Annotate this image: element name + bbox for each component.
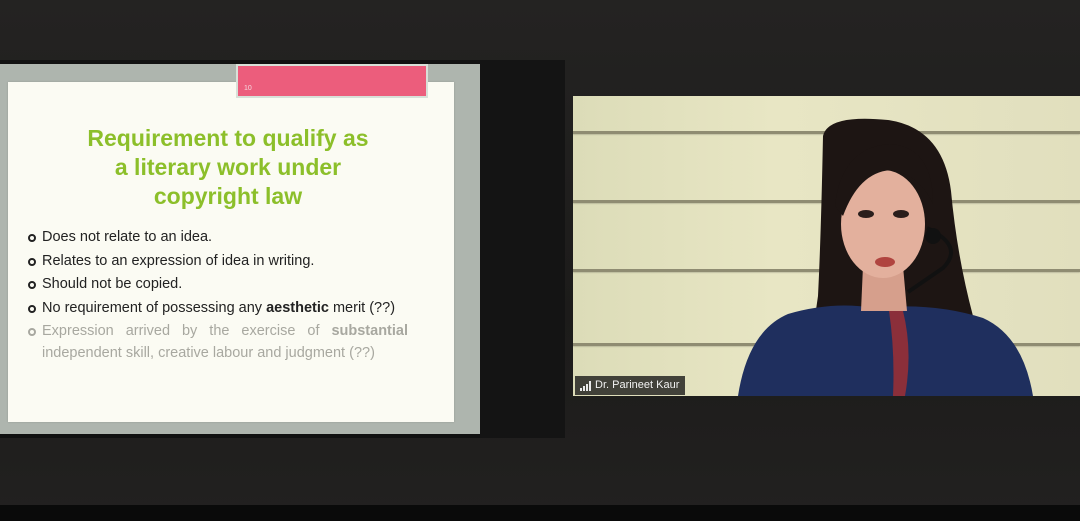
slide-bullet-text: Does not relate to an idea. [42,229,213,245]
signal-strength-icon [580,380,591,391]
slide-header-tab [236,64,428,98]
participant-figure [738,118,1033,396]
slide-number: 10 [244,85,252,92]
slide-title-line: copyright law [153,183,303,209]
slide-bullet-text: Expression arrived by the exercise of [42,323,332,339]
slide-bullet-emphasis: aesthetic [266,299,329,316]
circle-bullet-icon [28,304,36,313]
participant-name-tag: Dr. Parineet Kaur [575,376,686,395]
slide-frame: Requirement to qualify as a literary wor… [0,64,480,434]
slide-bullet: No requirement of possessing any aesthet… [28,298,408,320]
circle-bullet-icon [28,234,36,242]
circle-bullet-icon [28,328,36,336]
circle-bullet-icon [28,281,36,289]
shared-screen-panel: Requirement to qualify as a literary wor… [0,60,565,438]
slide-bullet: Relates to an expression of idea in writ… [28,251,408,273]
slide-bullet-list: Does not relate to an idea. Relates to a… [28,227,408,366]
slide-bullet-text: independent skill, creative labour and j… [42,344,375,361]
slide-page: Requirement to qualify as a literary wor… [8,82,454,422]
slide-bullet: Expression arrived by the exercise of su… [28,321,408,364]
slide-bullet-text: Should not be copied. [42,276,183,292]
slide-bullet-text: Relates to an expression of idea in writ… [42,252,315,269]
slide-title-line: Requirement to qualify as [87,125,369,151]
slide-bullet: Does not relate to an idea. [28,227,408,249]
participant-video[interactable] [573,96,1080,396]
meeting-screen: Requirement to qualify as a literary wor… [0,0,1080,521]
slide-title-line: a literary work under [114,154,342,180]
slide-bullet-text: merit (??) [328,299,396,316]
screen-bezel [0,505,1080,521]
slide-title: Requirement to qualify as a literary wor… [38,124,418,211]
slide-bullet-text: No requirement of possessing any [42,299,267,316]
slide-panel-edge [480,60,565,438]
circle-bullet-icon [28,257,36,266]
slide-bullet-emphasis: substantial [331,323,408,339]
participant-name: Dr. Parineet Kaur [595,379,680,391]
slide-bullet: Should not be copied. [28,274,408,296]
